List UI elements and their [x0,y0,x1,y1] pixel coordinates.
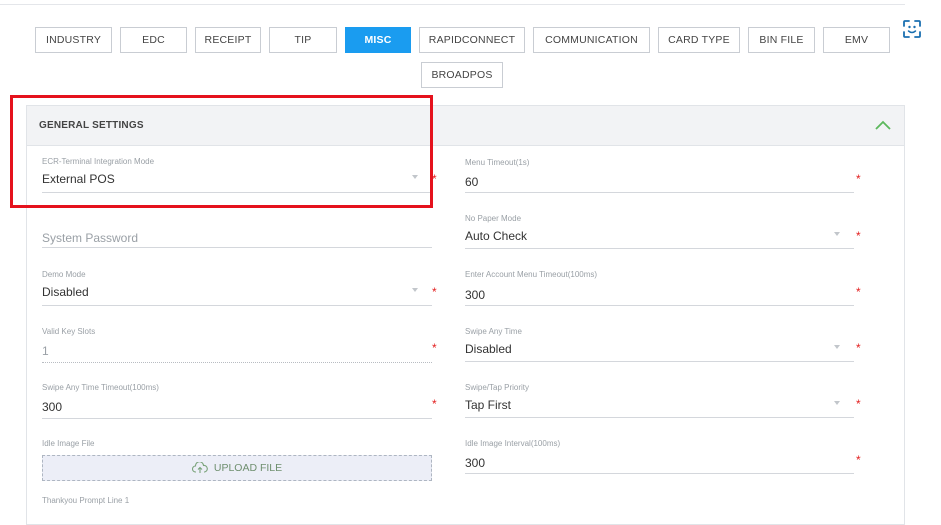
required-marker: * [856,397,861,411]
field-value: 60 [465,175,479,189]
field-value: 300 [42,400,63,414]
field-label: Enter Account Menu Timeout(100ms) [465,270,598,279]
tab-tip[interactable]: TIP [269,27,337,53]
tab-receipt[interactable]: RECEIPT [195,27,261,53]
top-divider [0,4,905,5]
dropdown-caret-icon [834,401,840,405]
tab-broadpos[interactable]: BROADPOS [421,62,503,88]
required-marker: * [856,453,861,467]
swipe-any-time-select[interactable]: Swipe Any Time Disabled [465,327,854,362]
menu-timeout-input[interactable]: Menu Timeout(1s) 60 [465,158,854,193]
field-label: Demo Mode [42,270,86,279]
swipe-tap-priority-select[interactable]: Swipe/Tap Priority Tap First [465,383,854,418]
tab-edc[interactable]: EDC [120,27,187,53]
field-value: Disabled [42,285,89,299]
field-label: Valid Key Slots [42,327,96,336]
dropdown-caret-icon [834,232,840,236]
field-label: Swipe Any Time [465,327,522,336]
tab-bin-file[interactable]: BIN FILE [748,27,815,53]
field-placeholder: System Password [42,231,139,245]
required-marker: * [432,397,437,411]
required-marker: * [856,172,861,186]
demo-mode-select[interactable]: Demo Mode Disabled [42,270,432,306]
field-label: Swipe/Tap Priority [465,383,530,392]
idle-image-interval-input[interactable]: Idle Image Interval(100ms) 300 [465,439,854,474]
tab-misc[interactable]: MISC [345,27,411,53]
required-marker: * [432,285,437,299]
enter-account-menu-timeout-input[interactable]: Enter Account Menu Timeout(100ms) 300 [465,270,854,306]
tab-rapidconnect[interactable]: RAPIDCONNECT [419,27,525,53]
valid-key-slots-input[interactable]: Valid Key Slots 1 [42,327,432,363]
field-value: Disabled [465,342,512,356]
swipe-any-time-timeout-input[interactable]: Swipe Any Time Timeout(100ms) 300 [42,383,432,419]
field-value: Auto Check [465,229,528,243]
thankyou-prompt-line1-label: Thankyou Prompt Line 1 [42,496,130,505]
field-label: Swipe Any Time Timeout(100ms) [42,383,159,392]
field-value: 300 [465,288,486,302]
tab-industry[interactable]: INDUSTRY [35,27,112,53]
tab-emv[interactable]: EMV [823,27,890,53]
field-label: No Paper Mode [465,214,522,223]
upload-file-button[interactable]: UPLOAD FILE [42,455,432,481]
scan-icon[interactable] [898,15,926,43]
no-paper-mode-select[interactable]: No Paper Mode Auto Check [465,214,854,249]
field-label: Idle Image Interval(100ms) [465,439,561,448]
cloud-upload-icon [191,462,208,473]
field-value: Tap First [465,398,512,412]
chevron-up-icon[interactable] [874,118,892,132]
tab-card-type[interactable]: CARD TYPE [658,27,740,53]
tab-communication[interactable]: COMMUNICATION [533,27,650,53]
field-label: Menu Timeout(1s) [465,158,530,167]
field-value: 1 [42,344,49,358]
required-marker: * [856,229,861,243]
required-marker: * [432,341,437,355]
required-marker: * [856,341,861,355]
highlight-box [10,95,433,208]
dropdown-caret-icon [412,288,418,292]
idle-image-file-label: Idle Image File [42,439,95,448]
upload-file-label: UPLOAD FILE [213,462,283,474]
field-value: 300 [465,456,486,470]
system-password-input[interactable]: System Password [42,228,432,248]
required-marker: * [856,285,861,299]
dropdown-caret-icon [834,345,840,349]
